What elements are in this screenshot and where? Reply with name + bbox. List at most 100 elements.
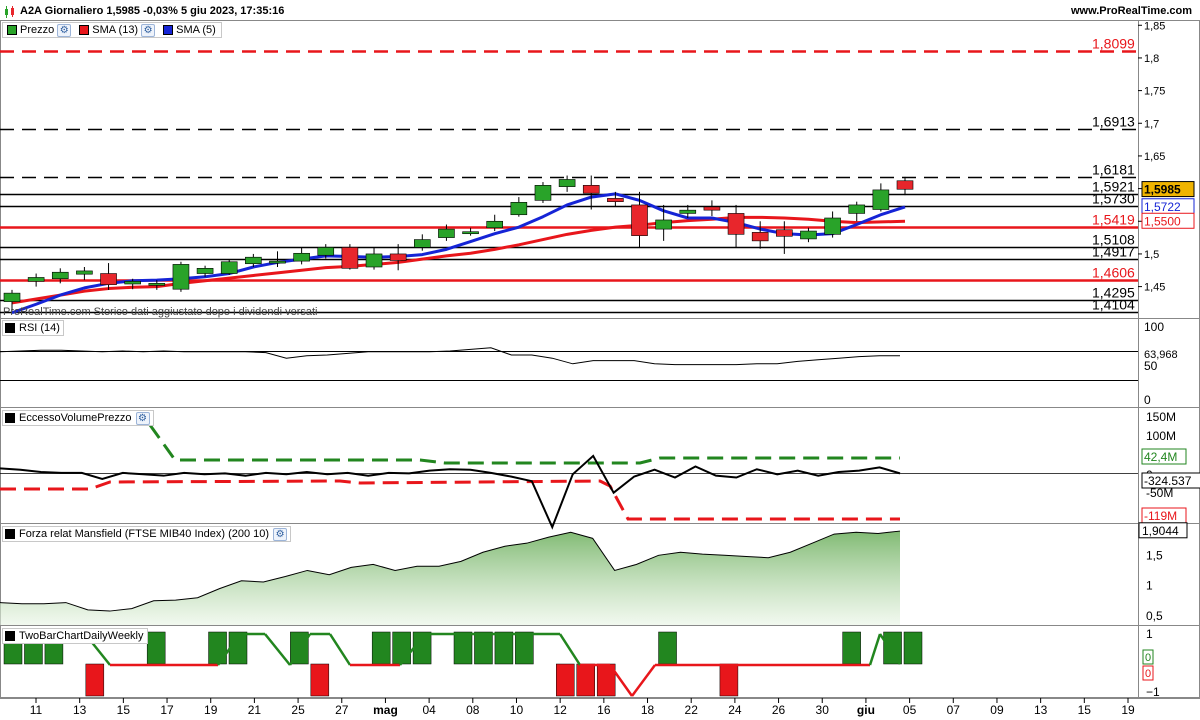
x-tick-label: 19	[1121, 703, 1135, 717]
x-tick-label: 18	[641, 703, 655, 717]
level-label: 1,4606	[1092, 265, 1135, 281]
candle-body	[486, 220, 504, 229]
twobar-line	[558, 633, 582, 666]
candle-body	[51, 271, 69, 280]
axis-tag-label: -324.537	[1144, 474, 1192, 488]
x-tick-label: 07	[947, 703, 961, 717]
x-tick-label: 09	[990, 703, 1004, 717]
x-tick-label: 08	[466, 703, 480, 717]
candle-body	[727, 213, 745, 235]
wrench-icon[interactable]: ⚙	[273, 527, 288, 541]
rsi-line	[0, 347, 900, 366]
candlestick-icon	[4, 6, 16, 18]
legend-price[interactable]: Prezzo ⚙	[5, 23, 73, 37]
twobar-bar	[474, 631, 493, 665]
x-tick-label: 13	[1034, 703, 1048, 717]
level-label: 1,4104	[1092, 297, 1135, 313]
twobar-line	[630, 664, 657, 697]
twobar-bar	[494, 631, 514, 665]
y-tick-label: 0,5	[1146, 609, 1163, 623]
y-tick-label: 0	[1144, 393, 1151, 407]
twobar-bar	[453, 631, 473, 665]
candle-body	[365, 253, 383, 268]
twobar-bar	[842, 631, 861, 665]
axis-tag-label: 1,9044	[1142, 524, 1179, 538]
x-tick-label: 21	[248, 703, 262, 717]
twobar-legend[interactable]: TwoBarChartDailyWeekly	[2, 628, 148, 644]
twobar-bar	[903, 631, 923, 665]
candle-body	[631, 204, 648, 236]
x-tick-label: 27	[335, 703, 349, 717]
chart-canvas: 1,851,81,751,71,651,61,551,51,451,80991,…	[0, 20, 1200, 717]
y-tick-label: 1,8	[1144, 53, 1159, 65]
wrench-icon[interactable]: ⚙	[57, 23, 72, 37]
wrench-icon[interactable]: ⚙	[141, 23, 156, 37]
candle-body	[3, 292, 21, 302]
sma5-swatch	[163, 25, 174, 35]
y-tick-label: 1	[1146, 579, 1153, 593]
price-legend: Prezzo ⚙ SMA (13) ⚙ SMA (5)	[2, 22, 222, 38]
volume-legend[interactable]: EccessoVolumePrezzo ⚙	[2, 410, 154, 426]
axis-tag-label: 1,5500	[1144, 214, 1181, 228]
twobar-bar	[85, 663, 105, 697]
candle-body	[27, 277, 45, 282]
candle-body	[196, 268, 214, 274]
wrench-icon[interactable]: ⚙	[135, 411, 150, 425]
legend-sma5-label: SMA (5)	[176, 24, 216, 36]
watermark: ProRealTime.com Storico dati aggiustato …	[3, 306, 318, 318]
legend-sma13-label: SMA (13)	[92, 24, 139, 36]
level-label: 1,5730	[1092, 191, 1135, 207]
twobar-bar	[556, 663, 575, 697]
level-label: 1,6913	[1092, 114, 1135, 130]
y-tick-label: 50	[1144, 359, 1158, 373]
legend-sma5[interactable]: SMA (5)	[161, 24, 218, 36]
x-tick-label: mag	[373, 703, 398, 717]
candle-body	[896, 180, 914, 190]
y-tick-label: 1,65	[1144, 151, 1165, 163]
mansfield-legend[interactable]: Forza relat Mansfield (FTSE MIB40 Index)…	[2, 526, 292, 542]
level-label: 1,8099	[1092, 36, 1135, 52]
candle-body	[293, 252, 310, 262]
twobar-bar	[310, 663, 330, 697]
price-swatch	[7, 25, 17, 35]
candle-body	[124, 281, 141, 285]
x-tick-label: 25	[291, 703, 305, 717]
volume-line	[0, 454, 901, 530]
candle-body	[824, 217, 841, 235]
chart-title: A2A Giornaliero 1,5985 -0,03% 5 giu 2023…	[20, 5, 285, 17]
candle-body	[438, 228, 455, 238]
volume-swatch	[5, 413, 15, 423]
candle-body	[510, 202, 528, 216]
candle-body	[220, 261, 238, 274]
twobar-bar	[515, 631, 534, 665]
candle-body	[462, 231, 479, 235]
legend-sma13[interactable]: SMA (13) ⚙	[77, 23, 157, 37]
candle-body	[269, 260, 286, 264]
twobar-line	[328, 633, 352, 666]
candle-body	[655, 219, 672, 230]
candle-body	[317, 247, 335, 256]
axis-tag-label: 42,4M	[1144, 450, 1177, 464]
x-tick-label: 22	[685, 703, 699, 717]
candle-body	[389, 253, 407, 261]
x-tick-label: 13	[73, 703, 87, 717]
axis-tag-label: 0	[1145, 652, 1151, 664]
candle-body	[776, 229, 793, 237]
twobar-bar	[392, 631, 411, 665]
y-tick-label: 1	[1146, 627, 1153, 641]
candle-body	[534, 185, 552, 201]
twobar-bar	[658, 631, 677, 665]
rsi-legend[interactable]: RSI (14)	[2, 320, 64, 336]
candle-body	[100, 273, 117, 285]
axis-tag-label: 63,968	[1144, 349, 1178, 361]
axis-tag-label: -119M	[1144, 509, 1177, 523]
y-tick-label: 1,7	[1144, 118, 1159, 130]
twobar-bar	[208, 631, 227, 665]
candle-body	[413, 239, 431, 248]
mansfield-swatch	[5, 529, 15, 539]
candle-body	[341, 247, 359, 269]
mansfield-title: Forza relat Mansfield (FTSE MIB40 Index)…	[19, 528, 270, 540]
twobar-line	[868, 633, 882, 666]
candle-body	[582, 185, 600, 194]
volume-title: EccessoVolumePrezzo	[19, 412, 132, 424]
